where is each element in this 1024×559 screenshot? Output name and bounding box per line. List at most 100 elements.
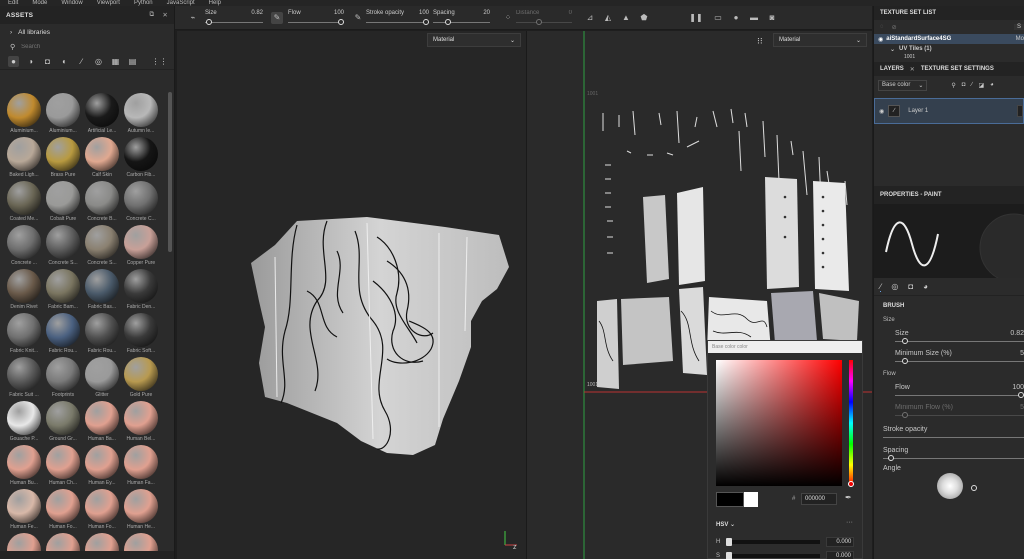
asset-tile[interactable]: Concrete ...: [5, 224, 43, 268]
asset-tile[interactable]: Denim Rivet: [5, 268, 43, 312]
filter-materials-icon[interactable]: ●: [8, 56, 19, 67]
camera-view-icon[interactable]: ▭: [712, 12, 724, 24]
add-folder-icon[interactable]: ◕: [990, 82, 994, 88]
tab-texture-set-settings[interactable]: TEXTURE SET SETTINGS: [921, 66, 994, 72]
uv-tiles-row[interactable]: ⌄ UV Tiles (1): [874, 44, 1024, 54]
asset-tile[interactable]: Cobalt Pure: [44, 180, 82, 224]
angle-slider-knob[interactable]: [971, 485, 977, 491]
grid-view-icon[interactable]: ⋮⋮: [152, 56, 168, 67]
uv-tile-item[interactable]: 1001: [874, 54, 1024, 60]
screenshot-icon[interactable]: ◙: [766, 12, 778, 24]
asset-tile[interactable]: Baked Ligh...: [5, 136, 43, 180]
distance-slider[interactable]: Distance 0: [516, 8, 572, 28]
asset-tile[interactable]: Ground Gr...: [44, 400, 82, 444]
asset-tile[interactable]: Human Fo...: [44, 488, 82, 532]
tab-alpha-icon[interactable]: ◎: [891, 282, 898, 291]
layer-row[interactable]: ◉ ∕ Layer 1: [874, 98, 1024, 124]
asset-tile[interactable]: Human Fo...: [83, 488, 121, 532]
asset-tile[interactable]: Glitter: [83, 356, 121, 400]
asset-tile[interactable]: Fabric Rou...: [83, 312, 121, 356]
prop-min-size-slider[interactable]: Minimum Size (%) 5: [874, 347, 1024, 369]
mirror-tool-icon[interactable]: ◭: [602, 12, 614, 24]
visibility-off-icon[interactable]: ◌: [880, 24, 884, 30]
pause-icon[interactable]: ❚❚: [689, 12, 702, 24]
prop-min-flow-slider[interactable]: Minimum Flow (%) 5: [874, 401, 1024, 423]
asset-tile[interactable]: Fabric Rou...: [44, 312, 82, 356]
viewport-layout-icon[interactable]: ▬: [748, 12, 760, 24]
filter-textures-icon[interactable]: ▦: [110, 56, 121, 67]
add-effect-icon[interactable]: ⚲: [951, 82, 955, 89]
asset-tile[interactable]: Gold Pure: [122, 356, 160, 400]
h-slider[interactable]: [726, 538, 821, 546]
asset-tile[interactable]: Fabric Bas...: [83, 268, 121, 312]
prop-flow-slider[interactable]: Flow 100: [874, 381, 1024, 401]
add-paint-layer-icon[interactable]: ◪: [978, 82, 984, 89]
tab-brush-icon[interactable]: ∕: [880, 282, 882, 292]
tab-layers[interactable]: LAYERS: [880, 66, 904, 72]
asset-tile[interactable]: Concrete S...: [44, 224, 82, 268]
close-tab-icon[interactable]: ✕: [910, 66, 915, 73]
prop-spacing-slider[interactable]: Spacing: [874, 445, 1024, 465]
asset-tile[interactable]: Fabric Knit...: [5, 312, 43, 356]
spacing-slider[interactable]: Spacing 20: [433, 8, 490, 28]
all-libraries-row[interactable]: › All libraries: [0, 24, 174, 40]
texture-set-mode-button[interactable]: S: [1013, 24, 1024, 30]
h-value-input[interactable]: 0.000: [826, 537, 855, 547]
link-icon[interactable]: ⊘: [892, 24, 897, 31]
pen-pressure-size-icon[interactable]: ✎: [271, 11, 283, 24]
float-panel-icon[interactable]: ⧉: [150, 11, 155, 19]
mirror-axis-icon[interactable]: ▲: [620, 12, 632, 24]
asset-search-input[interactable]: [21, 44, 142, 50]
eye-icon[interactable]: ◉: [879, 108, 884, 115]
close-panel-icon[interactable]: ✕: [162, 11, 168, 19]
size-slider[interactable]: Size 0.82: [205, 8, 263, 28]
asset-tile[interactable]: Human He...: [122, 488, 160, 532]
asset-tile[interactable]: Human Bu...: [5, 444, 43, 488]
hex-input[interactable]: 000000: [801, 493, 837, 505]
saturation-value-field[interactable]: [716, 360, 842, 486]
filter-smart-masks-icon[interactable]: ◐: [59, 56, 70, 67]
asset-tile[interactable]: Fabric Soft...: [122, 312, 160, 356]
asset-tile[interactable]: Aluminium...: [44, 92, 82, 136]
symmetry-icon[interactable]: ⊿: [584, 12, 596, 24]
asset-tile[interactable]: Fabric Den...: [122, 268, 160, 312]
color-mode-dropdown[interactable]: HSV ⌄: [716, 521, 735, 528]
filter-environments-icon[interactable]: ▤: [127, 56, 138, 67]
filter-brushes-icon[interactable]: ∕: [76, 56, 87, 67]
asset-tile[interactable]: Human Bel...: [122, 400, 160, 444]
assets-scrollbar[interactable]: [168, 92, 172, 252]
asset-tile[interactable]: Concrete B...: [83, 180, 121, 224]
more-options-icon[interactable]: ···: [846, 519, 853, 526]
lazy-mouse-icon[interactable]: ⁘: [502, 12, 514, 24]
asset-tile[interactable]: Aluminium...: [5, 92, 43, 136]
asset-tile[interactable]: Concrete C...: [122, 180, 160, 224]
asset-tile[interactable]: Fabric Suit ...: [5, 356, 43, 400]
asset-tile[interactable]: Autumn le...: [122, 92, 160, 136]
display-settings-icon[interactable]: ●: [730, 12, 742, 24]
asset-tile[interactable]: Calf Skin: [83, 136, 121, 180]
layer-channel-dropdown[interactable]: Base color ⌄: [878, 79, 928, 91]
flow-slider[interactable]: Flow 100: [288, 8, 344, 28]
asset-tile[interactable]: Human Fe...: [5, 488, 43, 532]
brush-preset-icon[interactable]: ⌁: [187, 12, 199, 24]
asset-tile[interactable]: Human Fa...: [122, 444, 160, 488]
eye-icon[interactable]: ◉: [878, 36, 883, 43]
filter-masks-icon[interactable]: ◘: [42, 56, 53, 67]
stroke-opacity-slider[interactable]: Stroke opacity 100: [366, 8, 429, 28]
asset-tile[interactable]: Human Ba...: [83, 400, 121, 444]
asset-tile[interactable]: Brass Pure: [44, 136, 82, 180]
hue-handle[interactable]: [848, 481, 854, 487]
add-fill-layer-icon[interactable]: ∕: [971, 82, 972, 88]
viewport-3d[interactable]: Material ⌄ z: [177, 31, 526, 559]
asset-tile[interactable]: Copper Pure: [122, 224, 160, 268]
asset-tile[interactable]: Coated Me...: [5, 180, 43, 224]
prop-size-slider[interactable]: Size 0.82: [874, 327, 1024, 347]
asset-tile[interactable]: Artificial Le...: [83, 92, 121, 136]
prop-angle-control[interactable]: Angle: [874, 465, 1024, 499]
eyedropper-icon[interactable]: ✒: [845, 493, 852, 502]
pen-pressure-flow-icon[interactable]: ✎: [352, 12, 364, 24]
asset-tile[interactable]: Concrete S...: [83, 224, 121, 268]
filter-alphas-icon[interactable]: ◎: [93, 56, 104, 67]
asset-tile[interactable]: Carbon Fib...: [122, 136, 160, 180]
asset-tile[interactable]: Gouache P...: [5, 400, 43, 444]
